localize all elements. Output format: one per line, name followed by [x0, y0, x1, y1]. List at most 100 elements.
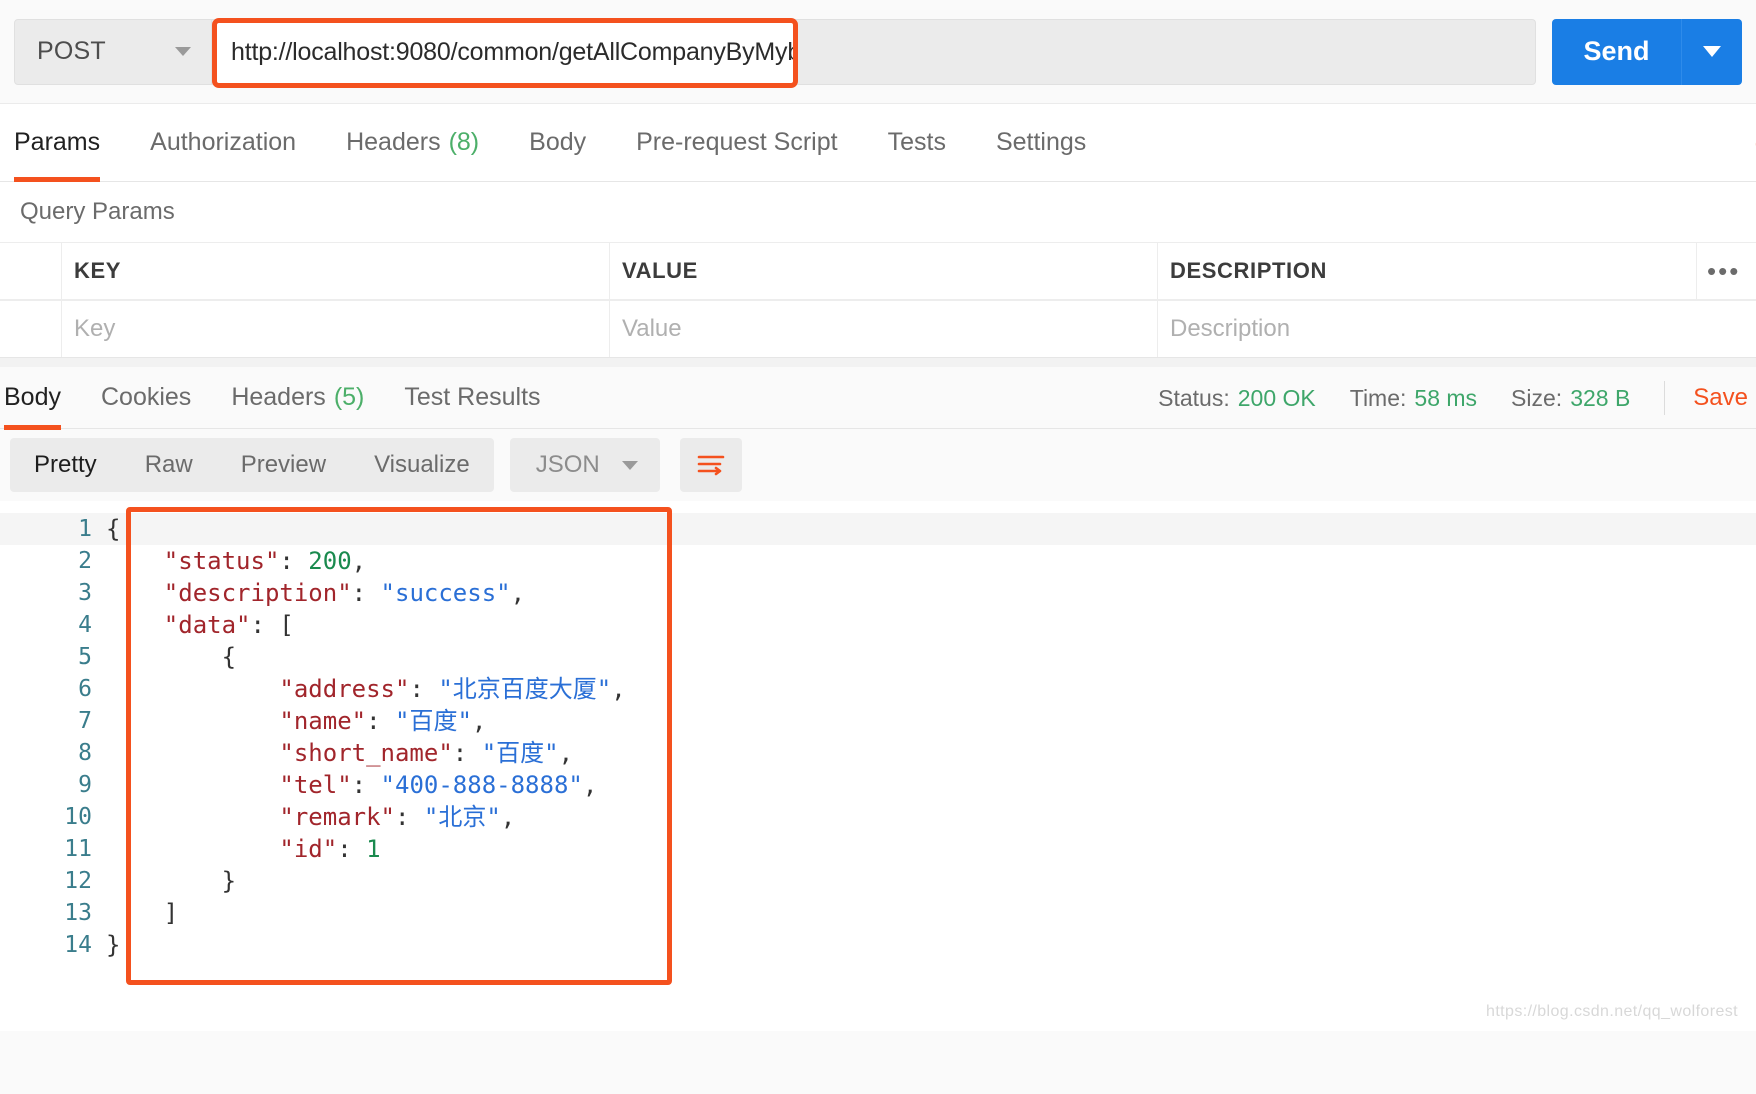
row-checkbox-gutter — [0, 243, 62, 299]
response-viewer-toolbar: Pretty Raw Preview Visualize JSON — [0, 429, 1756, 501]
code-line: 7 "name": "百度", — [0, 705, 1756, 737]
tab-label: Headers — [231, 383, 326, 411]
code-line: 4 "data": [ — [0, 609, 1756, 641]
line-number: 4 — [78, 612, 92, 638]
view-mode-group: Pretty Raw Preview Visualize — [10, 438, 494, 492]
size-badge: Size: 328 B — [1511, 385, 1630, 412]
table-row: Key Value Description — [0, 300, 1756, 357]
send-options-button[interactable] — [1682, 18, 1742, 85]
tab-tests[interactable]: Tests — [888, 104, 946, 182]
request-tabs: Params Authorization Headers (8) Body Pr… — [0, 104, 1756, 182]
tab-count-badge: (5) — [333, 383, 365, 411]
param-description-input[interactable]: Description — [1158, 301, 1756, 357]
response-tab-test-results[interactable]: Test Results — [404, 367, 540, 429]
size-value: 328 B — [1570, 384, 1631, 411]
view-mode-preview[interactable]: Preview — [217, 438, 350, 492]
send-button[interactable]: Send — [1552, 18, 1682, 85]
tab-label: Cookies — [100, 383, 192, 411]
status-value: 200 OK — [1237, 384, 1316, 411]
code-line-text: "id": 1 — [279, 835, 381, 863]
param-key-input[interactable]: Key — [62, 301, 610, 357]
status-badge: Status: 200 OK — [1158, 385, 1316, 412]
send-button-group: Send — [1552, 18, 1742, 85]
tab-params[interactable]: Params — [14, 104, 101, 182]
tab-label: Tests — [887, 128, 946, 156]
tab-body[interactable]: Body — [529, 104, 586, 182]
code-line: 3 "description": "success", — [0, 577, 1756, 609]
code-line-text: } — [106, 931, 121, 959]
code-line-text: "remark": "北京", — [279, 803, 516, 831]
code-line: 6 "address": "北京百度大厦", — [0, 673, 1756, 705]
response-tab-cookies[interactable]: Cookies — [101, 367, 191, 429]
table-header-row: KEY VALUE DESCRIPTION ••• — [0, 242, 1756, 300]
response-tab-body[interactable]: Body — [4, 367, 61, 430]
json-code-block[interactable]: 1{2 "status": 200, 3 "description": "succ… — [0, 501, 1756, 961]
tab-headers[interactable]: Headers (8) — [346, 104, 479, 182]
time-label: Time: — [1349, 384, 1407, 411]
code-line: 5 { — [0, 641, 1756, 673]
pane-divider[interactable] — [0, 357, 1756, 367]
tab-label: Headers — [346, 128, 441, 156]
code-line-text: { — [106, 643, 237, 671]
tab-label: Authorization — [150, 128, 297, 156]
chevron-down-icon — [1703, 46, 1721, 57]
url-input[interactable]: http://localhost:9080/common/getAllCompa… — [212, 17, 798, 88]
line-number: 6 — [78, 676, 92, 702]
code-line: 9 "tel": "400-888-8888", — [0, 769, 1756, 801]
bulk-edit-menu-button[interactable]: ••• — [1696, 243, 1756, 299]
code-line: 13 ] — [0, 897, 1756, 929]
tab-label: Pre-request Script — [636, 128, 838, 156]
tab-label: Params — [14, 128, 101, 156]
tab-label: Settings — [995, 128, 1087, 156]
response-tab-headers[interactable]: Headers (5) — [231, 367, 364, 429]
code-line: 1{ — [0, 513, 1756, 545]
query-params-table: KEY VALUE DESCRIPTION ••• Key Value Desc… — [0, 242, 1756, 357]
tab-settings[interactable]: Settings — [996, 104, 1086, 182]
wrap-lines-button[interactable] — [679, 438, 742, 492]
param-value-input[interactable]: Value — [610, 301, 1158, 357]
code-line: 12 } — [0, 865, 1756, 897]
watermark: https://blog.csdn.net/qq_wolforest — [1486, 1003, 1738, 1020]
save-response-button[interactable]: Save — [1693, 384, 1748, 412]
code-line: 8 "short_name": "百度", — [0, 737, 1756, 769]
divider — [1664, 381, 1666, 415]
line-number: 7 — [78, 708, 92, 734]
code-line-text: ] — [106, 899, 179, 927]
line-number: 5 — [78, 644, 92, 670]
view-mode-visualize[interactable]: Visualize — [350, 438, 494, 492]
view-mode-raw[interactable]: Raw — [121, 438, 217, 492]
http-method-select[interactable]: POST — [14, 18, 212, 85]
postman-window: POST http://localhost:9080/common/getAll… — [0, 0, 1756, 1094]
response-format-select[interactable]: JSON — [509, 438, 660, 492]
line-number: 12 — [64, 868, 92, 894]
tab-authorization[interactable]: Authorization — [150, 104, 296, 182]
chevron-down-icon — [621, 460, 638, 470]
code-line: 11 "id": 1 — [0, 833, 1756, 865]
wrap-lines-icon — [697, 455, 725, 476]
column-header-key: KEY — [62, 243, 610, 299]
query-params-title: Query Params — [0, 182, 1756, 242]
tab-count-badge: (8) — [448, 128, 480, 156]
response-body-viewer: 1{2 "status": 200, 3 "description": "succ… — [0, 501, 1756, 1031]
line-number: 1 — [78, 516, 92, 542]
url-field-container: http://localhost:9080/common/getAllCompa… — [212, 17, 1536, 88]
column-header-description: DESCRIPTION — [1170, 258, 1327, 283]
response-tabs: Body Cookies Headers (5) Test Results St… — [0, 367, 1756, 430]
view-mode-pretty[interactable]: Pretty — [10, 438, 121, 492]
tab-pre-request-script[interactable]: Pre-request Script — [636, 104, 837, 182]
code-line: 14} — [0, 929, 1756, 961]
code-line-text: "status": 200, — [163, 547, 367, 575]
time-value: 58 ms — [1414, 384, 1478, 411]
code-line: 10 "remark": "北京", — [0, 801, 1756, 833]
code-line-text: "tel": "400-888-8888", — [279, 771, 598, 799]
code-line-text: "name": "百度", — [279, 707, 487, 735]
line-number: 13 — [64, 900, 92, 926]
line-number: 3 — [78, 580, 92, 606]
tab-label: Body — [529, 128, 587, 156]
line-number: 8 — [78, 740, 92, 766]
code-line-text: } — [106, 867, 237, 895]
code-line-text: { — [106, 515, 121, 543]
time-badge: Time: 58 ms — [1350, 385, 1477, 412]
chevron-down-icon — [175, 47, 191, 56]
row-checkbox-gutter[interactable] — [0, 301, 62, 357]
